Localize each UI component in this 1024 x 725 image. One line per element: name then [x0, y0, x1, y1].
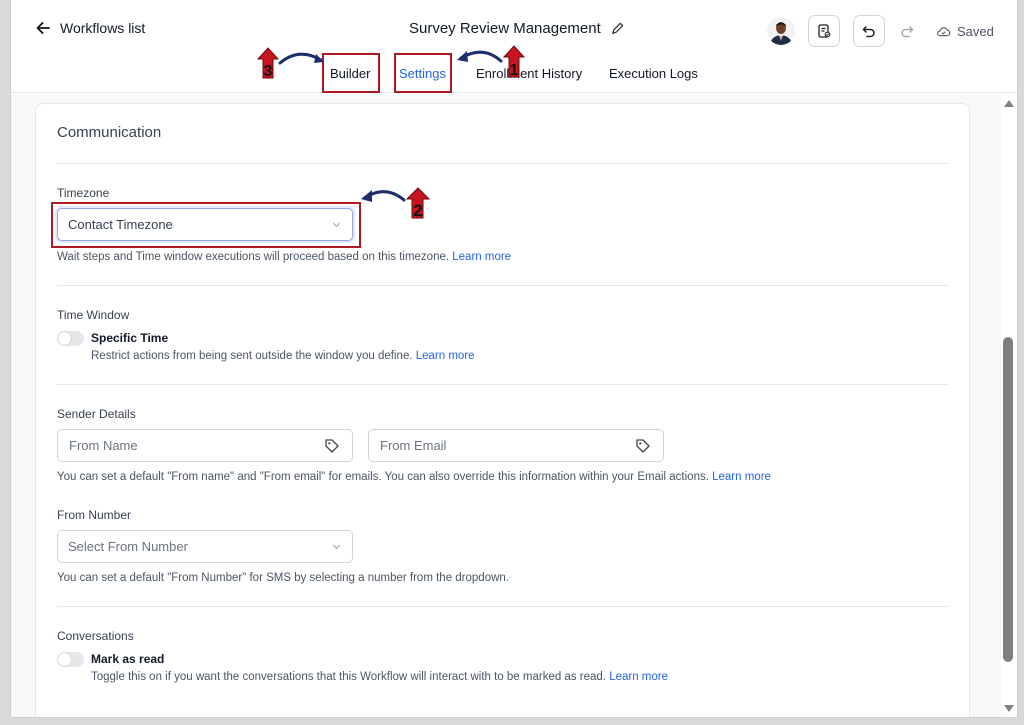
divider — [57, 606, 949, 607]
mark-as-read-toggle[interactable] — [57, 652, 84, 667]
back-label: Workflows list — [60, 20, 146, 36]
timezone-help-text: Wait steps and Time window executions wi… — [57, 251, 450, 263]
callout-1-arrow: 1 — [457, 45, 526, 79]
callout-2-arrow: 2 — [361, 187, 431, 220]
toggle-knob — [58, 653, 71, 666]
timezone-learn-more-link[interactable]: Learn more — [452, 251, 511, 263]
user-avatar-image — [767, 17, 795, 45]
settings-highlight-box — [394, 53, 452, 93]
conversations-label: Conversations — [57, 629, 134, 643]
review-report-button[interactable] — [808, 15, 840, 47]
timezone-label: Timezone — [57, 186, 110, 200]
time-window-help-text: Restrict actions from being sent outside… — [91, 350, 413, 362]
from-name-placeholder: From Name — [69, 438, 138, 453]
avatar[interactable] — [767, 17, 795, 45]
sender-details-label: Sender Details — [57, 407, 136, 421]
back-to-workflows-link[interactable]: Workflows list — [35, 20, 145, 36]
arrow-left-icon — [36, 22, 50, 34]
page-title: Survey Review Management — [409, 20, 601, 37]
section-title: Communication — [57, 124, 162, 141]
callout-2-number: 2 — [413, 201, 422, 220]
timezone-help: Wait steps and Time window executions wi… — [57, 251, 511, 263]
undo-button[interactable] — [853, 15, 885, 47]
sender-details-help-text: You can set a default "From name" and "F… — [57, 471, 709, 483]
scroll-up-arrow-icon[interactable] — [1004, 100, 1014, 107]
builder-highlight-box — [322, 53, 380, 93]
vertical-scrollbar[interactable] — [1001, 94, 1017, 717]
time-window-learn-more-link[interactable]: Learn more — [416, 350, 475, 362]
from-number-label: From Number — [57, 508, 132, 522]
scrollbar-thumb[interactable] — [1003, 337, 1013, 662]
communication-card: Communication Timezone Contact Timezone … — [35, 103, 970, 717]
conversations-learn-more-link[interactable]: Learn more — [609, 671, 668, 683]
callout-1-number: 1 — [510, 62, 519, 79]
callout-3-arrow: 3 — [256, 47, 324, 80]
divider — [57, 163, 949, 164]
time-window-help: Restrict actions from being sent outside… — [91, 350, 475, 362]
scroll-down-arrow-icon[interactable] — [1004, 705, 1014, 712]
workflow-title: Survey Review Management — [409, 20, 625, 37]
mark-as-read-label: Mark as read — [91, 652, 165, 666]
from-number-select[interactable]: Select From Number — [57, 530, 353, 563]
pencil-icon[interactable] — [610, 21, 625, 36]
toggle-knob — [58, 332, 71, 345]
from-email-placeholder: From Email — [380, 438, 447, 453]
saved-label: Saved — [957, 24, 994, 39]
callout-3-number: 3 — [264, 63, 273, 80]
chevron-down-icon — [332, 544, 341, 550]
divider — [57, 285, 949, 286]
sender-details-learn-more-link[interactable]: Learn more — [712, 471, 771, 483]
sender-details-help: You can set a default "From name" and "F… — [57, 471, 771, 483]
settings-content: Communication Timezone Contact Timezone … — [11, 94, 1001, 717]
conversations-help: Toggle this on if you want the conversat… — [91, 671, 668, 683]
specific-time-label: Specific Time — [91, 331, 169, 345]
conversations-help-text: Toggle this on if you want the conversat… — [91, 671, 606, 683]
from-number-placeholder: Select From Number — [68, 539, 188, 554]
time-window-label: Time Window — [57, 308, 130, 322]
timezone-highlight-box — [51, 202, 361, 248]
specific-time-toggle[interactable] — [57, 331, 84, 346]
undo-icon — [862, 26, 875, 38]
saved-status: Saved — [936, 24, 994, 39]
tag-icon[interactable] — [324, 438, 340, 454]
from-email-field[interactable]: From Email — [368, 429, 664, 462]
tag-icon[interactable] — [635, 438, 651, 454]
divider — [57, 384, 949, 385]
app-window: Workflows list Survey Review Management — [10, 0, 1018, 718]
cloud-check-icon — [937, 27, 951, 37]
from-number-help: You can set a default "From Number" for … — [57, 572, 509, 584]
document-check-icon — [818, 24, 831, 38]
tab-execution-logs[interactable]: Execution Logs — [609, 66, 698, 81]
redo-button[interactable] — [891, 15, 923, 47]
redo-icon — [901, 26, 914, 38]
from-name-field[interactable]: From Name — [57, 429, 353, 462]
